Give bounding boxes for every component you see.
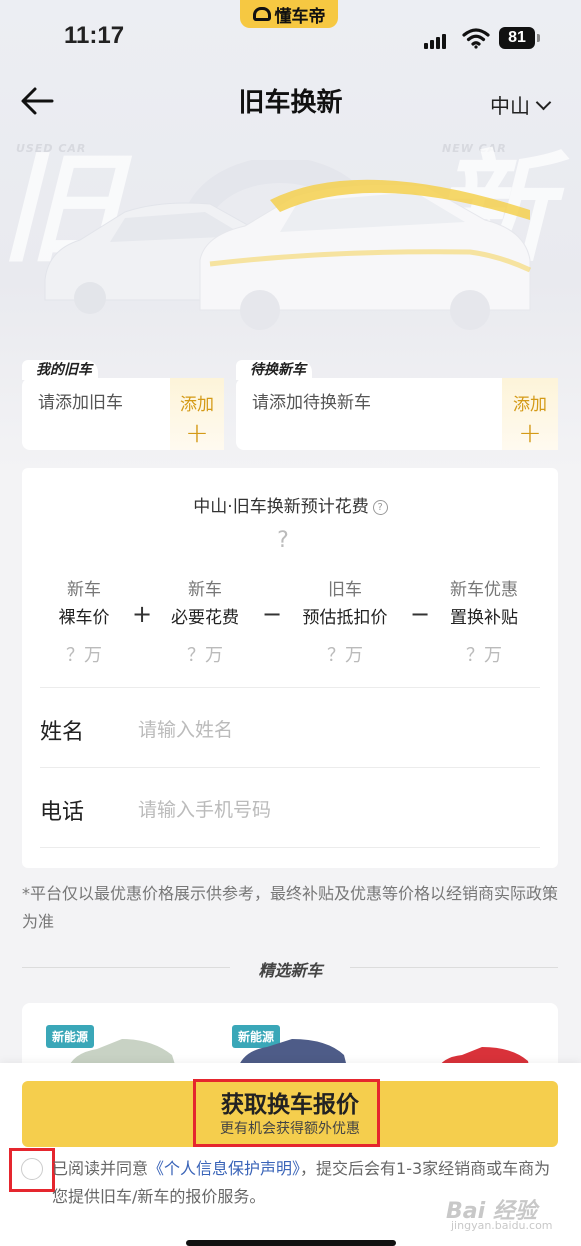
app-badge: 懂车帝 xyxy=(240,0,338,28)
help-icon[interactable]: ? xyxy=(372,500,388,515)
minus-operator: − xyxy=(410,600,431,628)
status-time: 11:17 xyxy=(64,22,125,49)
plus-icon: + xyxy=(185,416,209,449)
privacy-statement-link[interactable]: 《个人信息保护声明》 xyxy=(148,1159,300,1178)
divider xyxy=(40,847,540,848)
name-input[interactable] xyxy=(136,714,520,746)
estimate-header: 中山·旧车换新预计花费? xyxy=(0,492,581,517)
add-new-car-button[interactable]: 添加 + xyxy=(502,378,558,450)
new-car-placeholder: 请添加待换新车 xyxy=(252,393,371,413)
cost-column-trade-in-value: 旧车 预估抵扣价 ？万 xyxy=(302,580,388,666)
battery-indicator: 81 xyxy=(499,27,535,49)
agreement-prefix: 已阅读并同意 xyxy=(52,1159,149,1178)
city-selector[interactable]: 中山 xyxy=(490,90,552,119)
estimate-title: 中山·旧车换新预计花费 xyxy=(193,497,369,517)
section-divider-right xyxy=(350,967,558,968)
watermark-url: jingyan.baidu.com xyxy=(451,1219,553,1232)
phone-input[interactable] xyxy=(136,794,520,826)
battery-cap xyxy=(537,34,540,42)
old-car-placeholder: 请添加旧车 xyxy=(38,393,123,413)
cost-column-required-fees: 新车 必要花费 ？万 xyxy=(171,580,239,666)
wifi-icon xyxy=(462,28,490,49)
featured-section-title: 精选新车 xyxy=(258,961,323,980)
cost-column-new-car-price: 新车 裸车价 ？万 xyxy=(58,580,110,666)
city-label: 中山 xyxy=(490,94,530,118)
add-new-car-label: 添加 xyxy=(513,395,547,415)
estimate-total: ? xyxy=(277,528,289,553)
cost-column-subsidy: 新车优惠 置换补贴 ？万 xyxy=(450,580,518,666)
name-label: 姓名 xyxy=(40,720,85,745)
chevron-down-icon xyxy=(535,94,552,111)
minus-operator: − xyxy=(262,600,283,628)
price-disclaimer: *平台仅以最优惠价格展示供参考，最终补贴及优惠等价格以经销商实际政策为准 xyxy=(22,884,559,931)
home-indicator xyxy=(186,1240,396,1246)
app-logo-icon xyxy=(252,7,271,21)
new-car-tag: 待换新车 xyxy=(236,360,312,380)
highlight-box-checkbox xyxy=(9,1148,55,1192)
old-car-tag: 我的旧车 xyxy=(22,360,98,380)
cellular-signal-icon xyxy=(424,30,448,49)
plus-icon: + xyxy=(518,416,542,449)
plus-operator: + xyxy=(132,600,153,628)
divider xyxy=(40,767,540,768)
add-old-car-label: 添加 xyxy=(180,395,214,415)
app-badge-label: 懂车帝 xyxy=(274,6,326,27)
highlight-box-cta xyxy=(193,1079,380,1147)
add-old-car-button[interactable]: 添加 + xyxy=(170,378,224,450)
car-illustration xyxy=(44,160,532,330)
divider xyxy=(40,687,540,688)
phone-label: 电话 xyxy=(40,800,85,825)
